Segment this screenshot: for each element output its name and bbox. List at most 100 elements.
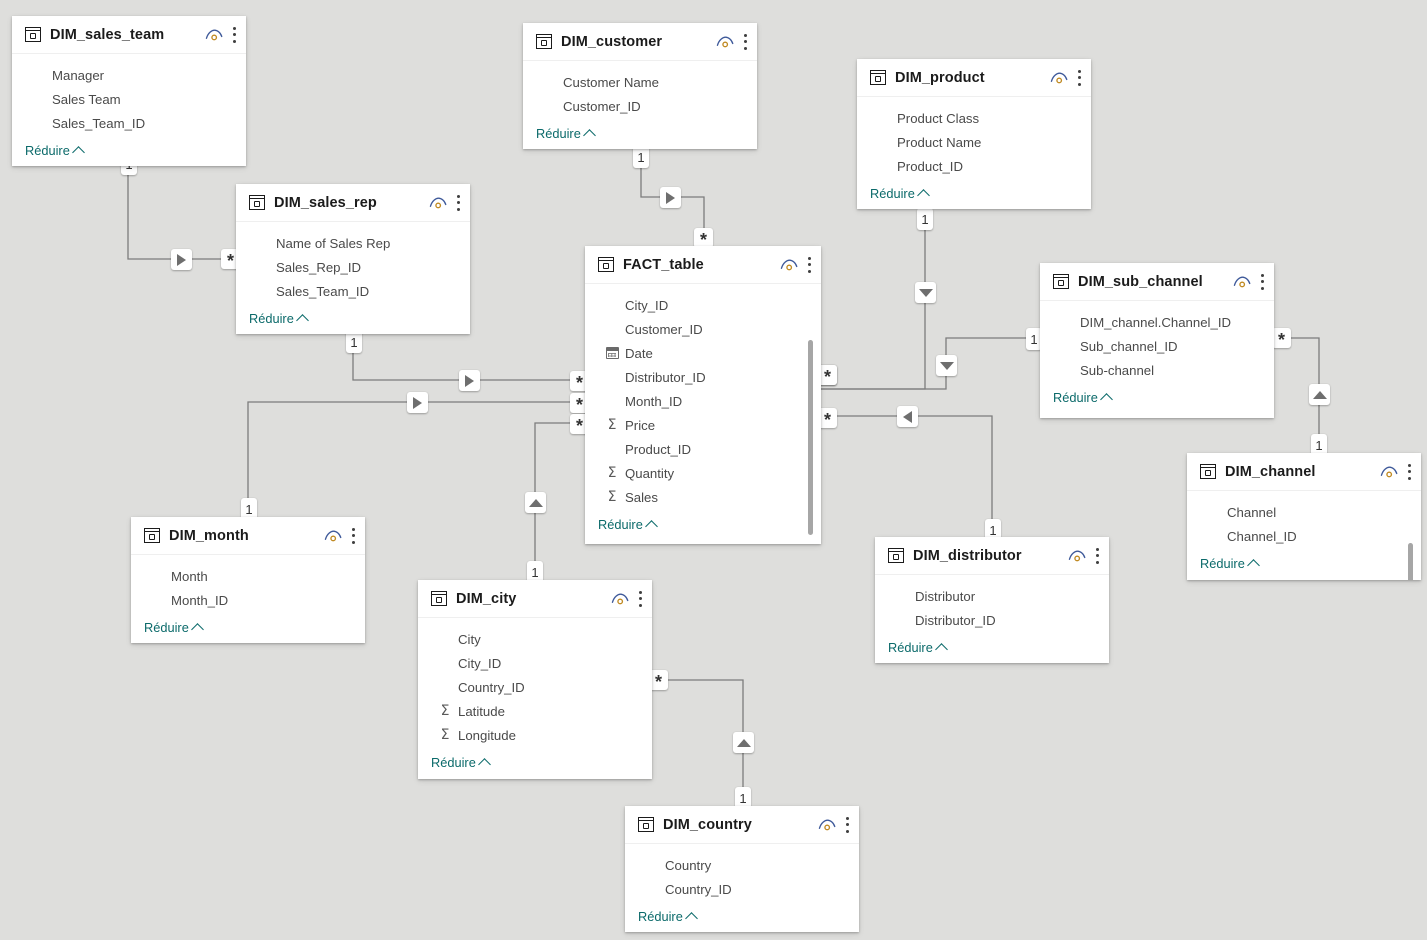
relationship-line[interactable] (127, 166, 236, 260)
hide-show-eye-icon[interactable] (780, 258, 798, 271)
field-row[interactable]: Date (585, 341, 821, 365)
field-row[interactable]: Distributor_ID (875, 608, 1109, 632)
table-header[interactable]: DIM_sales_team (12, 16, 246, 54)
table-card-dim_sub_channel[interactable]: DIM_sub_channel DIM_channel.Channel_ID Sub… (1040, 263, 1274, 418)
hide-show-eye-icon[interactable] (716, 35, 734, 48)
collapse-table-button[interactable]: Réduire (418, 747, 652, 779)
more-options-icon[interactable] (1095, 547, 1099, 564)
table-header-actions (716, 33, 747, 50)
hide-show-eye-icon[interactable] (818, 818, 836, 831)
field-row[interactable]: Customer Name (523, 70, 757, 94)
more-options-icon[interactable] (232, 26, 236, 43)
field-row[interactable]: Distributor_ID (585, 365, 821, 389)
field-row[interactable]: Channel (1187, 500, 1421, 524)
field-row[interactable]: Sales Team (12, 87, 246, 111)
field-row[interactable]: Sales_Rep_ID (236, 255, 470, 279)
field-row[interactable]: Month_ID (585, 389, 821, 413)
table-card-dim_month[interactable]: DIM_month Month Month_ID Réduire (131, 517, 365, 643)
collapse-table-button[interactable]: Réduire (1187, 548, 1421, 580)
table-header[interactable]: DIM_sales_rep (236, 184, 470, 222)
table-header[interactable]: DIM_product (857, 59, 1091, 97)
more-options-icon[interactable] (456, 194, 460, 211)
table-card-dim_sales_team[interactable]: DIM_sales_team Manager Sales Team Sales_Tea… (12, 16, 246, 166)
field-row[interactable]: Channel_ID (1187, 524, 1421, 548)
table-header[interactable]: DIM_channel (1187, 453, 1421, 491)
hide-show-eye-icon[interactable] (1068, 549, 1086, 562)
collapse-table-button[interactable]: Réduire (236, 303, 470, 334)
field-row[interactable]: Product_ID (585, 437, 821, 461)
table-card-dim_distributor[interactable]: DIM_distributor Distributor Distributor_ID… (875, 537, 1109, 663)
hide-show-eye-icon[interactable] (1380, 465, 1398, 478)
table-card-fact_table[interactable]: FACT_table City_ID Customer_ID Date Distribu… (585, 246, 821, 544)
more-options-icon[interactable] (1260, 273, 1264, 290)
more-options-icon[interactable] (351, 527, 355, 544)
field-row[interactable]: Sub_channel_ID (1040, 334, 1274, 358)
collapse-table-button[interactable]: Réduire (585, 509, 821, 542)
hide-show-eye-icon[interactable] (429, 196, 447, 209)
field-row[interactable]: Σ Longitude (418, 723, 652, 747)
field-row[interactable]: Customer_ID (523, 94, 757, 118)
field-row[interactable]: Sub-channel (1040, 358, 1274, 382)
field-row[interactable]: Sales_Team_ID (236, 279, 470, 303)
field-row[interactable]: Country_ID (625, 877, 859, 901)
field-row[interactable]: Month (131, 564, 365, 588)
field-row[interactable]: Product Name (857, 130, 1091, 154)
field-row[interactable]: Customer_ID (585, 317, 821, 341)
collapse-table-button[interactable]: Réduire (857, 178, 1091, 209)
table-header[interactable]: DIM_customer (523, 23, 757, 61)
field-row[interactable]: Country (625, 853, 859, 877)
hide-show-eye-icon[interactable] (205, 28, 223, 41)
field-row[interactable]: Product_ID (857, 154, 1091, 178)
field-row[interactable]: City_ID (585, 293, 821, 317)
more-options-icon[interactable] (638, 590, 642, 607)
field-row[interactable]: City (418, 627, 652, 651)
model-diagram-canvas[interactable]: 1*1*1*1*1*1*1*1*1*1* DIM_sales_teamManag… (0, 0, 1427, 940)
field-row[interactable]: Distributor (875, 584, 1109, 608)
field-row[interactable]: Manager (12, 63, 246, 87)
collapse-table-button[interactable]: Réduire (12, 135, 246, 166)
field-row[interactable]: Σ Quantity (585, 461, 821, 485)
relationship-line[interactable] (821, 415, 993, 537)
field-row[interactable]: Name of Sales Rep (236, 231, 470, 255)
field-list-scrollbar[interactable] (808, 340, 813, 535)
table-header[interactable]: DIM_distributor (875, 537, 1109, 575)
table-card-dim_sales_rep[interactable]: DIM_sales_rep Name of Sales Rep Sales_Rep_… (236, 184, 470, 334)
hide-show-eye-icon[interactable] (1233, 275, 1251, 288)
more-options-icon[interactable] (1407, 463, 1411, 480)
table-header[interactable]: DIM_sub_channel (1040, 263, 1274, 301)
more-options-icon[interactable] (743, 33, 747, 50)
field-row[interactable]: Σ Price (585, 413, 821, 437)
collapse-table-button[interactable]: Réduire (523, 118, 757, 149)
table-header[interactable]: DIM_city (418, 580, 652, 618)
relationship-line[interactable] (652, 679, 744, 806)
more-options-icon[interactable] (1077, 69, 1081, 86)
collapse-table-button[interactable]: Réduire (625, 901, 859, 932)
relationship-line[interactable] (821, 209, 926, 390)
field-row[interactable]: Product Class (857, 106, 1091, 130)
field-row[interactable]: City_ID (418, 651, 652, 675)
more-options-icon[interactable] (845, 816, 849, 833)
table-header[interactable]: FACT_table (585, 246, 821, 284)
field-row[interactable]: DIM_channel.Channel_ID (1040, 310, 1274, 334)
table-card-dim_city[interactable]: DIM_city City City_ID Country_ID Σ Latitude Σ L… (418, 580, 652, 779)
collapse-table-button[interactable]: Réduire (1040, 382, 1274, 415)
relationship-line[interactable] (821, 337, 1040, 390)
field-row[interactable]: Σ Latitude (418, 699, 652, 723)
table-card-dim_product[interactable]: DIM_product Product Class Product Name Prod… (857, 59, 1091, 209)
field-list-scrollbar[interactable] (1408, 543, 1413, 580)
table-card-dim_country[interactable]: DIM_country Country Country_ID Réduire (625, 806, 859, 932)
table-card-dim_channel[interactable]: DIM_channel Channel Channel_ID Réduire (1187, 453, 1421, 580)
field-row[interactable]: Σ Sales (585, 485, 821, 509)
table-header[interactable]: DIM_country (625, 806, 859, 844)
hide-show-eye-icon[interactable] (1050, 71, 1068, 84)
table-card-dim_customer[interactable]: DIM_customer Customer Name Customer_ID Rédu… (523, 23, 757, 149)
more-options-icon[interactable] (807, 256, 811, 273)
collapse-table-button[interactable]: Réduire (131, 612, 365, 643)
table-header[interactable]: DIM_month (131, 517, 365, 555)
hide-show-eye-icon[interactable] (611, 592, 629, 605)
hide-show-eye-icon[interactable] (324, 529, 342, 542)
field-row[interactable]: Sales_Team_ID (12, 111, 246, 135)
field-row[interactable]: Month_ID (131, 588, 365, 612)
field-row[interactable]: Country_ID (418, 675, 652, 699)
collapse-table-button[interactable]: Réduire (875, 632, 1109, 663)
